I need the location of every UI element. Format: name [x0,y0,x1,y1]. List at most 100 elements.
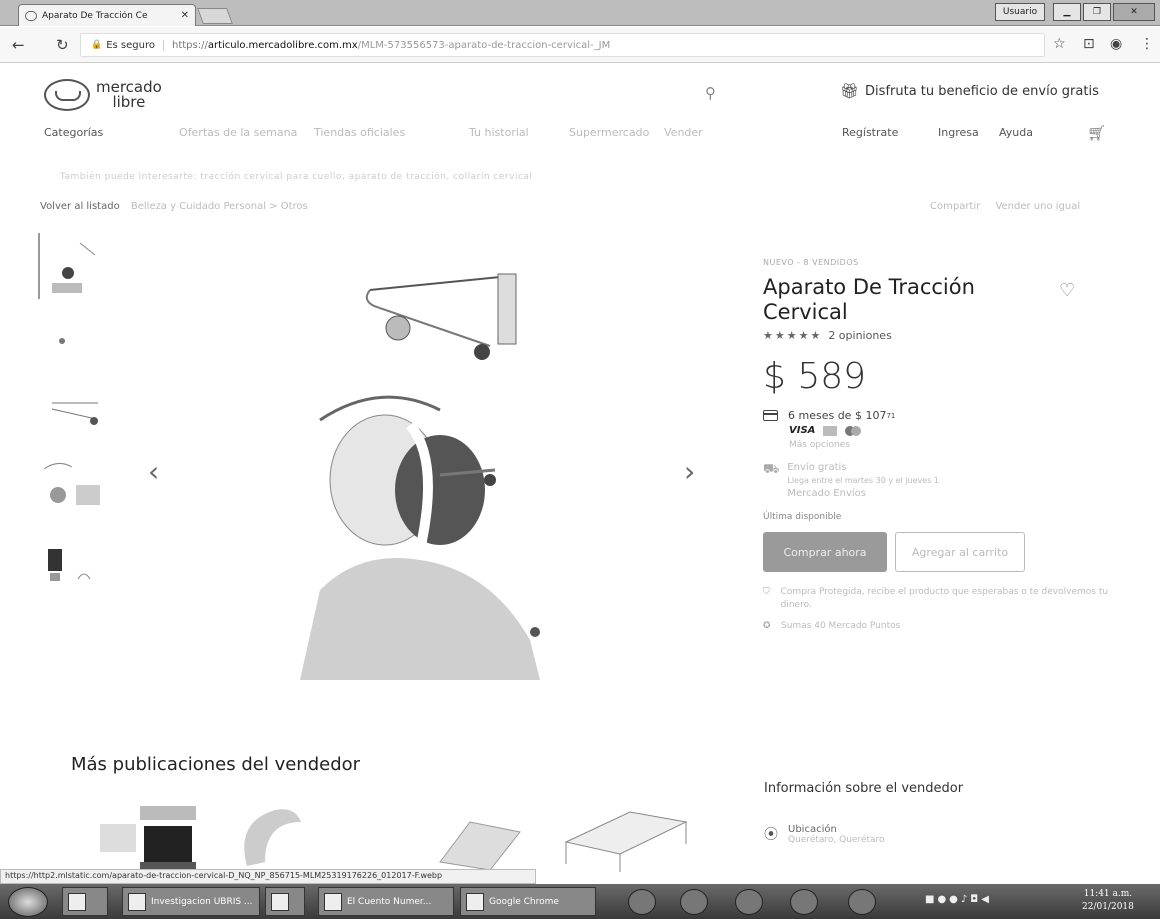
extension-2-icon[interactable]: ◉ [1110,36,1122,52]
thumbnail-image [48,549,91,581]
tab-close-icon[interactable]: ✕ [181,10,189,21]
thumbnail-image [51,402,98,425]
taskbar-word-label: Investigacion UBRIS ... [151,896,253,907]
url-host: articulo.mercadolibre.com.mx [207,39,358,51]
maximize-button[interactable]: ❐ [1083,3,1111,21]
top-actions: Compartir Vender uno igual [930,201,1080,212]
location-label: Ubicación [788,824,837,835]
url-scheme: https:// [171,39,208,51]
reviews-count: 2 opiniones [828,329,892,342]
nav-offers[interactable]: Ofertas de la semana [179,126,297,139]
search-input[interactable] [185,76,735,110]
protection-benefit: ⛉ Compra Protegida, recibe el producto q… [763,586,1133,612]
chrome-menu-icon[interactable]: ⋮ [1140,36,1154,52]
taskbar-app-icon[interactable] [628,889,656,915]
points-text: Sumas 40 Mercado Puntos [781,621,901,631]
minimize-button[interactable]: ▁ [1053,3,1081,21]
taskbar-chrome-2[interactable]: Google Chrome [460,887,596,916]
breadcrumb-path[interactable]: Belleza y Cuidado Personal > Otros [131,201,308,212]
nav-login[interactable]: Ingresa [938,126,979,139]
nav-history[interactable]: Tu historial [469,126,529,139]
add-to-cart-button[interactable]: Agregar al carrito [895,532,1025,572]
gallery-prev-icon[interactable]: ‹ [148,455,159,488]
gallery-next-icon[interactable]: › [684,455,695,488]
condition-label: NUEVO - 8 VENDIDOS [763,258,859,267]
protection-text: Compra Protegida, recibe el producto que… [780,587,1109,610]
logo-text-bottom: libre [112,93,146,111]
thumbnail-image [43,463,100,505]
taskbar-clock[interactable]: 11:41 a.m. 22/01/2018 [1082,888,1134,914]
window-user-button[interactable]: Usuario [995,3,1045,21]
free-shipping-banner[interactable]: 🎁︎ Disfruta tu beneficio de envío gratis [840,82,1099,100]
word-icon [128,892,146,911]
seller-info-heading: Información sobre el vendedor [764,781,964,796]
product-price: $ 589 [763,356,867,397]
related-searches[interactable]: También puede interesarte: tracción cerv… [60,172,532,182]
thumbnail[interactable] [38,307,110,373]
taskbar-app-icon[interactable] [735,889,763,915]
taskbar-chrome-2-label: Google Chrome [489,896,559,907]
shield-icon: ⛉ [763,587,770,597]
new-tab-button[interactable] [197,8,233,24]
publication-thumbnail[interactable] [96,802,200,872]
back-to-list-link[interactable]: Volver al listado [40,201,120,212]
publication-thumbnail[interactable] [560,802,690,872]
taskbar-explorer[interactable] [62,887,108,916]
points-icon: ✪ [763,621,771,631]
taskbar-app-icon[interactable] [848,889,876,915]
more-publications-heading: Más publicaciones del vendedor [71,754,361,775]
url-field[interactable]: 🔒 Es seguro https:// articulo.mercadolib… [80,33,1045,57]
logo-wordmark: mercado libre [96,80,162,110]
more-payment-options-link[interactable]: Más opciones [789,440,1133,450]
taskbar-word[interactable]: Investigacion UBRIS ... [122,887,260,916]
url-path: /MLM-573556573-aparato-de-traccion-cervi… [357,39,611,51]
system-tray-icons[interactable]: ■●●♪◘◀ [925,894,992,905]
address-bar: ← ↻ 🔒 Es seguro https:// articulo.mercad… [0,27,1160,63]
extension-icon[interactable]: ⊡ [1083,36,1095,52]
share-link[interactable]: Compartir [930,201,980,212]
nav-sell[interactable]: Vender [664,126,703,139]
product-main-image[interactable] [290,260,560,680]
nav-categories[interactable]: Categorías [44,126,103,139]
location-value: Querétaro, Querétaro [788,835,885,845]
buy-now-button[interactable]: Comprar ahora [763,532,887,572]
shipping-title: Envío gratis [787,462,847,473]
taskbar-publisher[interactable] [265,887,305,916]
installments: 6 meses de $ 107 71 [763,409,1133,422]
nav-official-stores[interactable]: Tiendas oficiales [314,126,405,139]
close-window-button[interactable]: ✕ [1113,3,1155,21]
search-icon[interactable]: ⚲ [705,84,716,102]
browser-titlebar: Aparato De Tracción Ce ✕ Usuario ▁ ❐ ✕ [0,0,1160,26]
bookmark-star-icon[interactable]: ☆ [1053,36,1066,52]
thumbnail[interactable] [38,233,110,299]
taskbar-app-icon[interactable] [680,889,708,915]
sell-one-link[interactable]: Vender uno igual [995,201,1080,212]
cart-icon[interactable]: 🛒︎ [1087,124,1106,142]
thumbnail[interactable] [38,529,110,595]
shipping-method: Mercado Envíos [787,488,866,499]
shipping-detail: Llega entre el martes 30 y el jueves 1 [787,476,939,485]
nav-register[interactable]: Regístrate [842,126,898,139]
taskbar-app-icon[interactable] [790,889,818,915]
favorite-heart-icon[interactable]: ♡ [1059,280,1075,301]
shipping-info: ⛟ Envío gratis Llega entre el martes 30 … [763,462,1133,502]
chrome-icon [324,892,342,911]
mercadolibre-logo[interactable]: mercado libre [44,79,162,111]
publication-thumbnail[interactable] [430,802,530,872]
nav-help[interactable]: Ayuda [999,126,1033,139]
thumbnail[interactable] [38,455,110,521]
browser-tab[interactable]: Aparato De Tracción Ce ✕ [18,4,196,26]
windows-taskbar: Investigacion UBRIS ... El Cuento Numer.… [0,884,1160,919]
thumbnail[interactable] [38,381,110,447]
back-arrow-icon[interactable]: ← [12,36,25,54]
start-button[interactable] [8,887,48,917]
rating[interactable]: ★★★★★ 2 opiniones [763,329,1133,342]
mercadolibre-favicon-icon [25,10,37,21]
reload-icon[interactable]: ↻ [56,36,69,54]
truck-icon: ⛟ [763,462,780,477]
nav-supermarket[interactable]: Supermercado [569,126,649,139]
taskbar-chrome-1[interactable]: El Cuento Numer... [318,887,454,916]
person-with-device-drawing [300,395,540,680]
publication-thumbnail[interactable] [235,802,305,872]
status-bar-link: https://http2.mlstatic.com/aparato-de-tr… [0,869,536,884]
